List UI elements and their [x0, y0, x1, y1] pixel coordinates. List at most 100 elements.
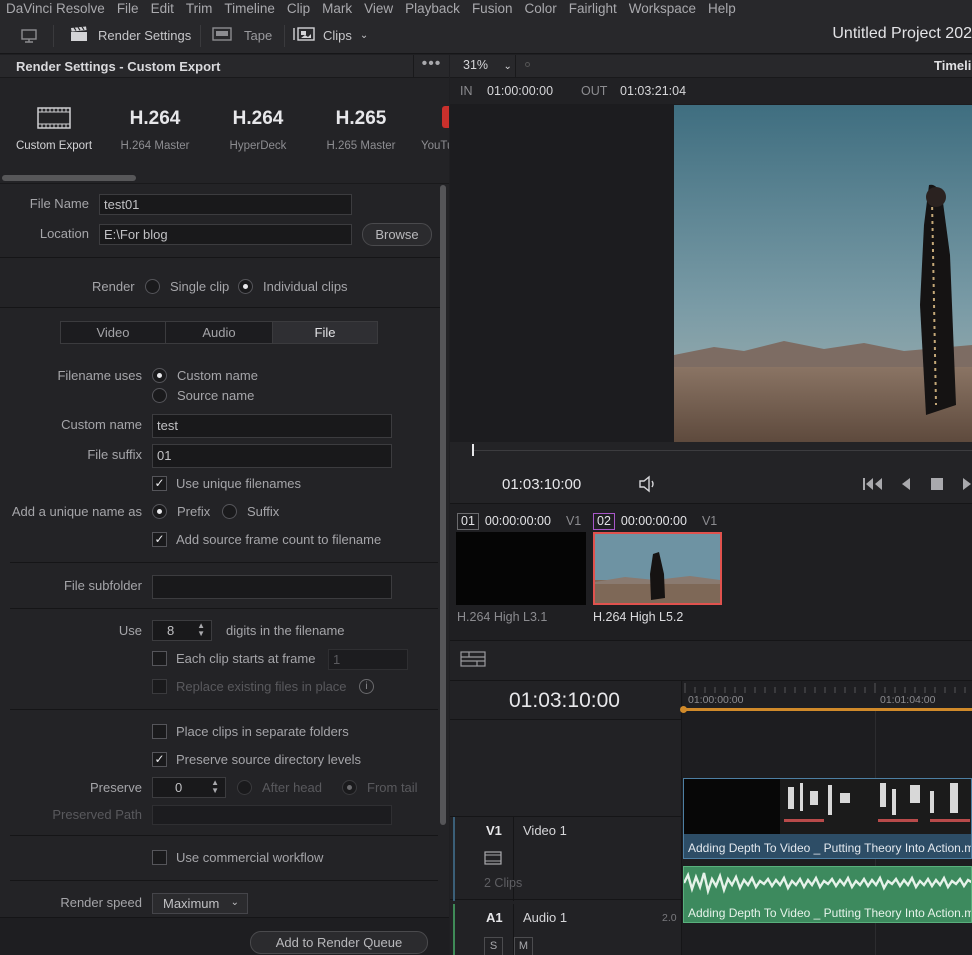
file-name-input[interactable]: test01: [99, 194, 352, 215]
audio-clip[interactable]: Adding Depth To Video _ Putting Theory I…: [683, 866, 972, 923]
render-mode-label: Render: [92, 279, 135, 294]
file-suffix-input[interactable]: 01: [152, 444, 392, 468]
preserve-source-checkbox[interactable]: ✓: [152, 752, 167, 767]
preset-scrollbar[interactable]: [2, 175, 136, 181]
location-input[interactable]: E:\For blog: [99, 224, 352, 245]
file-subfolder-input[interactable]: [152, 575, 392, 599]
menu-mark[interactable]: Mark: [316, 0, 358, 17]
suffix-radio[interactable]: [222, 504, 237, 519]
preset-h264-master[interactable]: H.264 H.264 Master: [103, 78, 207, 178]
tab-file[interactable]: File: [272, 321, 378, 344]
render-speed-select[interactable]: Maximum ⌄: [152, 893, 248, 914]
solo-button[interactable]: S: [484, 937, 503, 955]
preserve-stepper[interactable]: 0 ▲ ▼: [152, 777, 226, 798]
out-timecode: 01:03:21:04: [620, 84, 687, 98]
menu-trim[interactable]: Trim: [180, 0, 219, 17]
custom-name-input[interactable]: test: [152, 414, 392, 438]
scrub-bar[interactable]: [472, 450, 972, 451]
menu-edit[interactable]: Edit: [145, 0, 180, 17]
from-tail-radio[interactable]: [342, 780, 357, 795]
menu-timeline[interactable]: Timeline: [218, 0, 281, 17]
after-head-radio[interactable]: [237, 780, 252, 795]
info-icon[interactable]: i: [359, 679, 374, 694]
place-separate-folders-checkbox[interactable]: [152, 724, 167, 739]
clip-thumbnail[interactable]: [456, 532, 586, 605]
replace-existing-checkbox[interactable]: [152, 679, 167, 694]
monitor-icon[interactable]: [20, 17, 38, 54]
panel-title: Render Settings - Custom Export: [16, 59, 221, 74]
add-frame-count-checkbox[interactable]: ✓: [152, 532, 167, 547]
preserve-label: Preserve: [89, 780, 142, 795]
chevron-down-icon: ⌄: [503, 61, 512, 72]
play-icon[interactable]: [962, 477, 972, 494]
out-label: OUT: [581, 84, 608, 98]
commercial-workflow-checkbox[interactable]: [152, 850, 167, 865]
custom-name-radio[interactable]: [152, 368, 167, 383]
preset-hyperdeck[interactable]: H.264 HyperDeck: [206, 78, 310, 178]
menu-clip[interactable]: Clip: [281, 0, 316, 17]
tape-button[interactable]: Tape: [212, 17, 272, 54]
clip-count: 2 Clips: [484, 876, 523, 890]
source-name-radio[interactable]: [152, 388, 167, 403]
after-head-label: After head: [262, 780, 322, 795]
stepper-arrows-icon[interactable]: ▲ ▼: [197, 622, 205, 638]
browse-button[interactable]: Browse: [362, 223, 432, 246]
playhead[interactable]: [472, 444, 474, 456]
clips-button[interactable]: Clips ⌄: [292, 17, 368, 54]
preserve-source-label: Preserve source directory levels: [176, 752, 361, 767]
menu-help[interactable]: Help: [702, 0, 742, 17]
track-name[interactable]: Video 1: [523, 823, 567, 838]
transport-bar: 01:03:10:00: [450, 442, 972, 503]
stepper-arrows-icon[interactable]: ▲ ▼: [211, 779, 219, 795]
panel-scrollbar[interactable]: [440, 185, 446, 825]
preset-custom-export[interactable]: Custom Export: [2, 78, 106, 178]
digits-value: 8: [167, 623, 175, 638]
menu-fusion[interactable]: Fusion: [466, 0, 519, 17]
clip-thumbnail[interactable]: [593, 532, 722, 605]
commercial-workflow-label: Use commercial workflow: [176, 850, 324, 865]
single-clip-radio[interactable]: [145, 279, 160, 294]
digits-stepper[interactable]: 8 ▲ ▼: [152, 620, 212, 641]
film-icon[interactable]: [484, 851, 502, 868]
speaker-icon[interactable]: [638, 475, 658, 496]
prefix-radio[interactable]: [152, 504, 167, 519]
menu-playback[interactable]: Playback: [399, 0, 466, 17]
menu-fairlight[interactable]: Fairlight: [563, 0, 623, 17]
preset-codec: H.264: [232, 108, 284, 129]
add-to-render-queue-button[interactable]: Add to Render Queue: [250, 931, 428, 954]
zoom-select[interactable]: 31% ⌄: [463, 58, 512, 72]
tab-audio[interactable]: Audio: [165, 321, 273, 344]
chevron-down-icon: ⌄: [359, 30, 369, 41]
preset-youtube[interactable]: YouTu: [412, 78, 449, 178]
menu-color[interactable]: Color: [518, 0, 562, 17]
preserved-path-input[interactable]: [152, 805, 392, 825]
video-clip[interactable]: Adding Depth To Video _ Putting Theory I…: [683, 778, 972, 859]
clips-label: Clips: [323, 28, 352, 43]
menu-davinci[interactable]: DaVinci Resolve: [0, 0, 111, 17]
individual-clips-radio[interactable]: [238, 279, 253, 294]
tab-video[interactable]: Video: [60, 321, 166, 344]
render-settings-button[interactable]: Render Settings: [70, 17, 191, 54]
timeline-name: Timeli: [934, 58, 972, 73]
use-unique-filenames-checkbox[interactable]: ✓: [152, 476, 167, 491]
preset-h265-master[interactable]: H.265 H.265 Master: [309, 78, 413, 178]
skip-to-start-icon[interactable]: [862, 477, 884, 494]
more-options-icon[interactable]: •••: [413, 55, 449, 78]
start-frame-input[interactable]: 1: [328, 649, 408, 670]
menu-file[interactable]: File: [111, 0, 145, 17]
each-clip-starts-checkbox[interactable]: [152, 651, 167, 666]
play-reverse-icon[interactable]: [900, 477, 912, 494]
track-name[interactable]: Audio 1: [523, 910, 567, 925]
file-name-label: File Name: [29, 196, 89, 211]
mute-button[interactable]: M: [514, 937, 533, 955]
menu-workspace[interactable]: Workspace: [623, 0, 702, 17]
ruler-label: 01:00:00:00: [688, 694, 744, 706]
stop-icon[interactable]: [930, 478, 944, 493]
playhead-marker[interactable]: [680, 706, 687, 713]
location-label: Location: [39, 226, 89, 241]
timeline-timecode: 01:03:10:00: [509, 689, 620, 712]
timeline-ruler[interactable]: 01:00:00:00 01:01:04:00: [680, 681, 972, 713]
timeline-view-options-icon[interactable]: [460, 651, 486, 670]
menu-view[interactable]: View: [358, 0, 399, 17]
render-speed-label: Render speed: [60, 895, 142, 910]
